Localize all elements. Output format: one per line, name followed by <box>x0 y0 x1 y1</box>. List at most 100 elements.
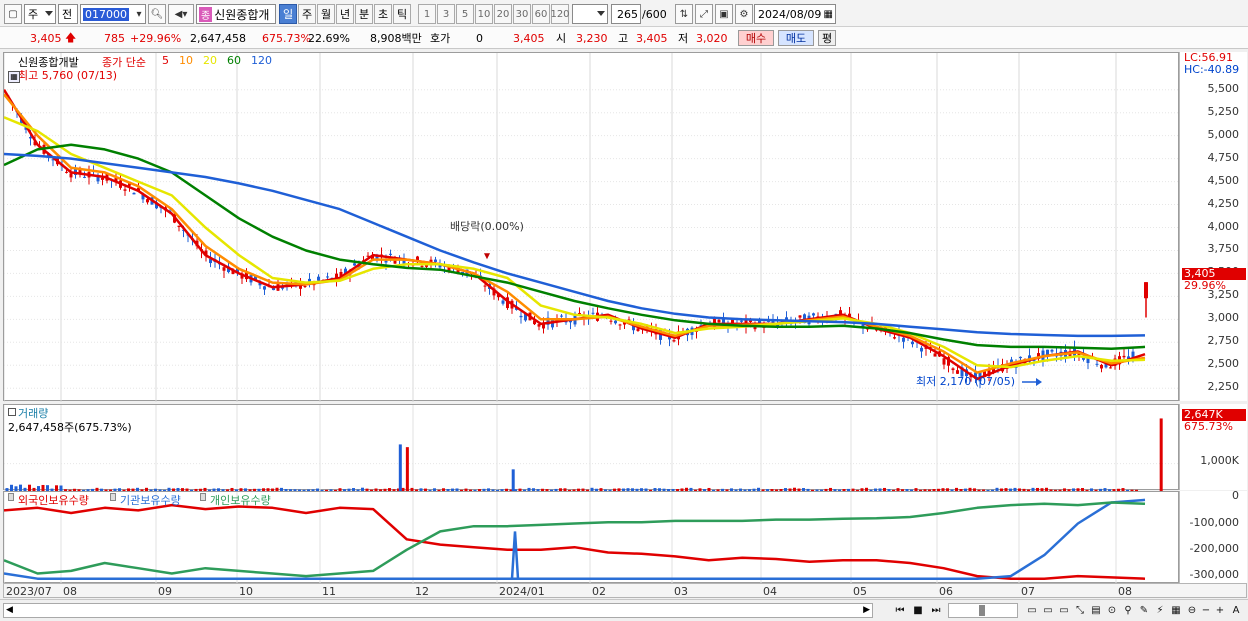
settings-icon[interactable]: ⚙ <box>735 4 753 24</box>
low-arrow-icon <box>1036 378 1042 386</box>
interval-button-3[interactable]: 10 <box>475 4 493 24</box>
candle-body <box>911 341 914 345</box>
holding-tick-label: -300,000 <box>1189 568 1239 582</box>
tool-icon-2[interactable]: ▭ <box>1040 603 1056 618</box>
date-input[interactable]: 2024/08/09 ▦ <box>754 4 836 24</box>
price-chart-panel[interactable]: 신원종합개발 종가 단순 5 10 20 60 120 최고 5,760 (07/13)… <box>3 52 1180 402</box>
period-button-4[interactable]: 분 <box>355 4 373 24</box>
price-tick-label: 4,250 <box>1207 196 1240 210</box>
interval-button-7[interactable]: 120 <box>550 4 570 24</box>
zoom-in-icon[interactable]: + <box>1212 603 1228 618</box>
calendar-icon[interactable]: ▦ <box>824 9 833 20</box>
date-tick-label: 09 <box>158 585 172 598</box>
interval-button-1[interactable]: 3 <box>437 4 455 24</box>
last-candle-body <box>1144 282 1148 299</box>
tool-icon-7[interactable]: ⚲ <box>1120 603 1136 618</box>
scroll-right-icon[interactable]: ▶ <box>863 605 870 615</box>
date-tick-label: 07 <box>1021 585 1035 598</box>
price-tick-label: 4,750 <box>1207 150 1240 164</box>
interval-button-4[interactable]: 20 <box>494 4 512 24</box>
trendline-icon[interactable]: ⤢ <box>695 4 713 24</box>
candle-body <box>614 320 617 324</box>
tool-icon-6[interactable]: ⊙ <box>1104 603 1120 618</box>
period-button-5[interactable]: 초 <box>374 4 392 24</box>
sell-button[interactable]: 매도 <box>778 30 814 46</box>
panel-menu-icon[interactable]: ▦ <box>8 71 20 83</box>
period-button-3[interactable]: 년 <box>336 4 354 24</box>
tool-icon-4[interactable]: ⤡ <box>1072 603 1088 618</box>
date-tick-label: 03 <box>674 585 688 598</box>
candle-body <box>519 315 523 318</box>
window-icon[interactable]: ▢ <box>4 4 22 24</box>
price-tick-label: 5,250 <box>1207 104 1240 118</box>
tool-icon-5[interactable]: ▤ <box>1088 603 1104 618</box>
interval-select[interactable] <box>572 4 608 24</box>
tool-icon-9[interactable]: ⚡ <box>1152 603 1168 618</box>
date-tick-label: 02 <box>592 585 606 598</box>
candle-body <box>933 353 937 357</box>
candle-body <box>1050 349 1054 352</box>
volume-spike-bar <box>1159 418 1163 491</box>
interval-button-2[interactable]: 5 <box>456 4 474 24</box>
ma-line-20 <box>4 116 1146 369</box>
candle-body <box>951 368 955 371</box>
period-button-0[interactable]: 일 <box>279 4 297 24</box>
holding-axis: 0 -100,000 -200,000 -300,000 <box>1179 489 1247 583</box>
volume-spike-bar <box>511 469 515 491</box>
date-tick-label: 08 <box>63 585 77 598</box>
period-button-1[interactable]: 주 <box>298 4 316 24</box>
candle-body <box>501 300 505 304</box>
market-select[interactable]: 주 <box>24 4 56 24</box>
bottom-controls: ◀ ▶ ⏮ ■ ⏭ ▭ ▭ ▭ ⤡ ▤ ⊙ ⚲ ✎ ⚡ ▦ ⊖ − + A <box>0 599 1248 621</box>
candle-body <box>1122 355 1126 358</box>
tool-icon-8[interactable]: ✎ <box>1136 603 1152 618</box>
volume-tag-pct: 675.73% <box>1184 420 1233 433</box>
search-icon[interactable]: 🔍︎ <box>148 4 166 24</box>
date-tick-label: 2024/01 <box>499 585 545 598</box>
volume-value: 2,647,458 <box>190 31 246 45</box>
holding-tick-label: 0 <box>1232 489 1239 503</box>
compare-select-value: 전 <box>62 8 73 21</box>
compare-select[interactable]: 전 <box>58 4 78 24</box>
buy-button[interactable]: 매수 <box>738 30 774 46</box>
period-button-6[interactable]: 틱 <box>393 4 411 24</box>
date-axis: 2023/07 08 09 10 11 12 2024/01 02 03 04 05 06 07 08 <box>3 583 1247 598</box>
stop-icon[interactable]: ■ <box>910 603 926 618</box>
candle-body <box>177 225 181 228</box>
holding-tick-label: -100,000 <box>1189 515 1239 529</box>
holding-panel[interactable]: 외국인보유수량 기관보유수량 개인보유수량 <box>3 491 1179 584</box>
text-size-icon[interactable]: A <box>1228 603 1244 618</box>
count-total: /600 <box>642 7 667 21</box>
zoom-slider-thumb[interactable] <box>979 605 985 616</box>
candle-type-icon[interactable]: ⇅ <box>675 4 693 24</box>
candle-body <box>434 259 437 262</box>
tool-icon-1[interactable]: ▭ <box>1024 603 1040 618</box>
period-button-2[interactable]: 월 <box>317 4 335 24</box>
eval-button[interactable]: 평 <box>818 30 836 46</box>
scroll-left-icon[interactable]: ◀ <box>6 605 13 615</box>
last-icon[interactable]: ⏭ <box>928 603 944 618</box>
high-note: 최고 5,760 (07/13) <box>18 69 118 82</box>
volume-menu-icon[interactable] <box>8 408 16 416</box>
interval-button-0[interactable]: 1 <box>418 4 436 24</box>
zoom-slider[interactable] <box>948 603 1018 618</box>
first-icon[interactable]: ⏮ <box>892 603 908 618</box>
volume-panel[interactable]: 거래량 2,647,458주(675.73%) <box>3 404 1180 491</box>
tool-icon-10[interactable]: ▦ <box>1168 603 1184 618</box>
candle-body <box>618 324 622 326</box>
price-tick-label: 3,000 <box>1207 311 1240 325</box>
volume-axis: 2,647K 675.73% 1,000K <box>1179 404 1247 490</box>
interval-button-5[interactable]: 30 <box>513 4 531 24</box>
interval-button-6[interactable]: 60 <box>532 4 550 24</box>
count-input[interactable]: 265 <box>611 4 641 24</box>
speaker-icon[interactable]: ◀▾ <box>168 4 194 24</box>
code-dropdown-icon[interactable]: ▾ <box>132 4 146 24</box>
candle-body <box>146 199 149 203</box>
market-select-value: 주 <box>28 8 39 21</box>
tool-icon-3[interactable]: ▭ <box>1056 603 1072 618</box>
date-tick-label: 06 <box>939 585 953 598</box>
chart-scrollbar[interactable]: ◀ ▶ <box>3 603 873 618</box>
high-price: 3,405 <box>636 31 668 45</box>
save-icon[interactable]: ▣ <box>715 4 733 24</box>
date-tick-label: 10 <box>239 585 253 598</box>
